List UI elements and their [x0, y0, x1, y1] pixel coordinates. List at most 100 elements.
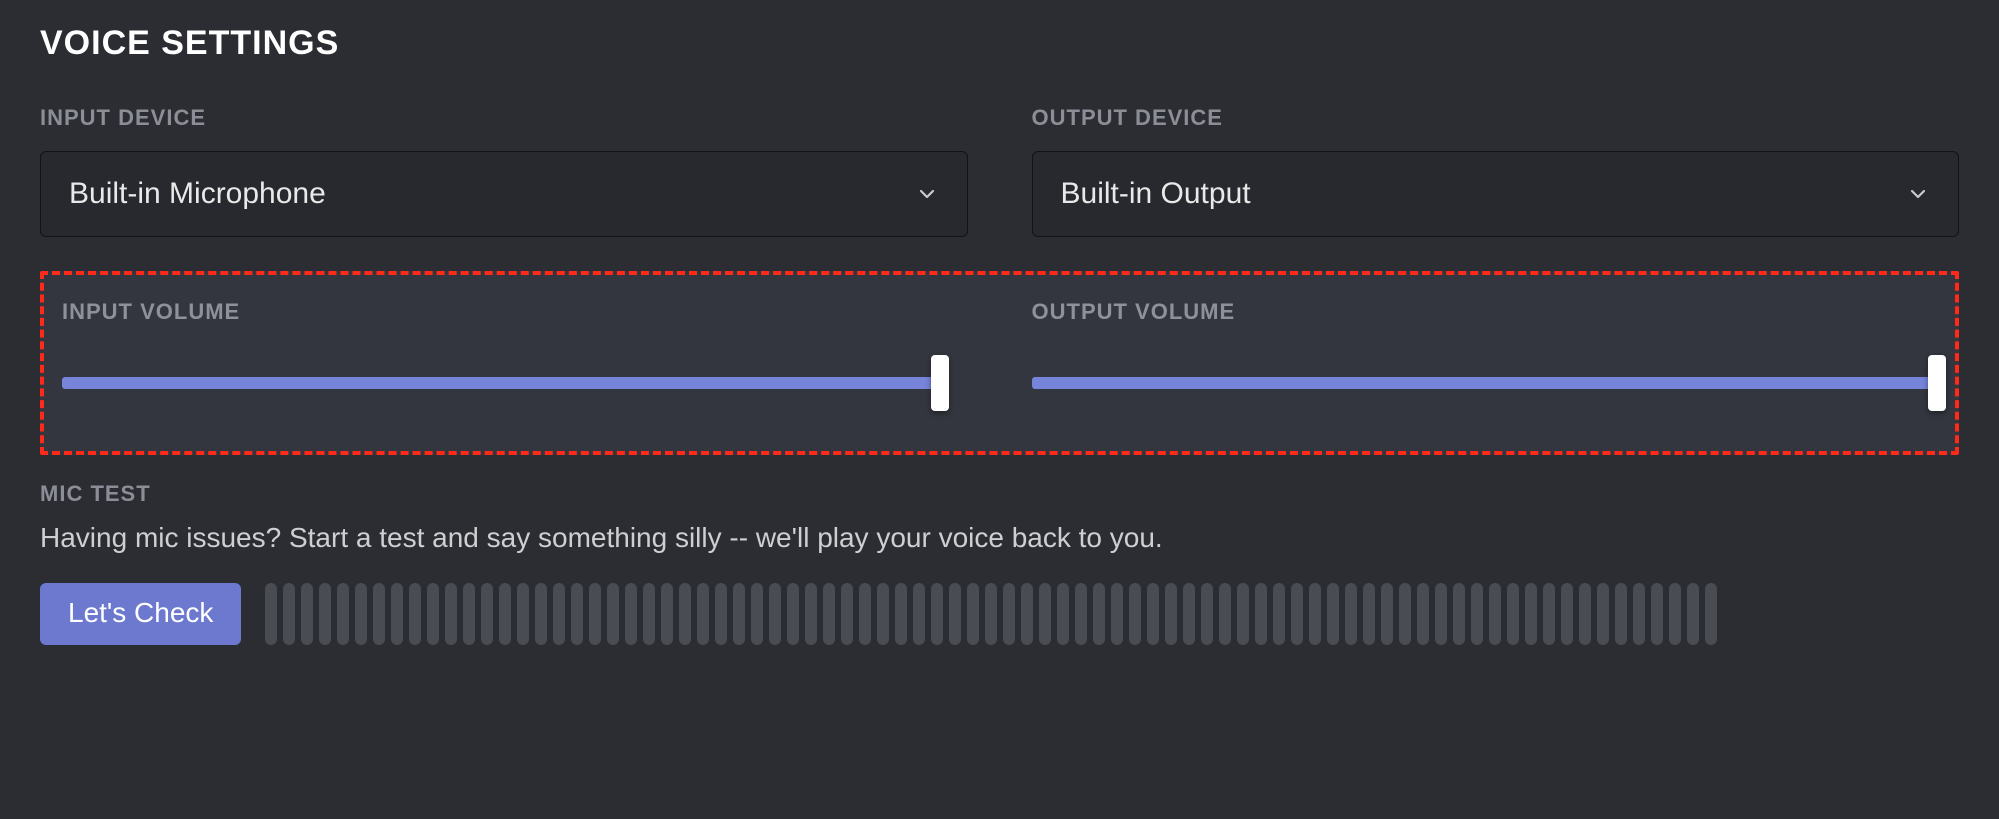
vu-bar	[931, 583, 943, 645]
input-device-select[interactable]: Built-in Microphone	[40, 151, 968, 237]
vu-bar	[1489, 583, 1501, 645]
output-volume-slider[interactable]	[1032, 367, 1938, 407]
vu-bar	[1507, 583, 1519, 645]
vu-bar	[535, 583, 547, 645]
vu-bar	[445, 583, 457, 645]
vu-bar	[1399, 583, 1411, 645]
volume-highlight-annotation: INPUT VOLUME OUTPUT VOLUME	[40, 271, 1959, 455]
vu-bar	[823, 583, 835, 645]
vu-bar	[1381, 583, 1393, 645]
vu-bar	[985, 583, 997, 645]
vu-bar	[1705, 583, 1717, 645]
vu-bar	[409, 583, 421, 645]
vu-bar	[1003, 583, 1015, 645]
vu-bar	[1471, 583, 1483, 645]
vu-bar	[1057, 583, 1069, 645]
vu-bar	[661, 583, 673, 645]
vu-bar	[1309, 583, 1321, 645]
voice-settings-heading: VOICE SETTINGS	[40, 24, 1959, 63]
vu-bar	[1147, 583, 1159, 645]
vu-bar	[1291, 583, 1303, 645]
volume-row: INPUT VOLUME OUTPUT VOLUME	[62, 299, 1937, 407]
vu-bar	[1597, 583, 1609, 645]
vu-bar	[1651, 583, 1663, 645]
mic-test-description: Having mic issues? Start a test and say …	[40, 519, 1959, 557]
vu-bar	[391, 583, 403, 645]
vu-bar	[1201, 583, 1213, 645]
vu-bar	[751, 583, 763, 645]
slider-thumb[interactable]	[931, 355, 949, 411]
vu-bar	[1111, 583, 1123, 645]
vu-bar	[265, 583, 277, 645]
vu-bar	[1615, 583, 1627, 645]
slider-track	[1032, 377, 1938, 389]
lets-check-button[interactable]: Let's Check	[40, 583, 241, 645]
vu-bar	[967, 583, 979, 645]
output-device-select[interactable]: Built-in Output	[1032, 151, 1960, 237]
mic-test-row: Let's Check	[40, 583, 1959, 645]
vu-bar	[859, 583, 871, 645]
vu-bar	[607, 583, 619, 645]
vu-bar	[517, 583, 529, 645]
output-device-label: OUTPUT DEVICE	[1032, 105, 1960, 131]
input-volume-label: INPUT VOLUME	[62, 299, 968, 325]
input-volume-slider[interactable]	[62, 367, 968, 407]
mic-test-label: MIC TEST	[40, 481, 1959, 507]
vu-bar	[1687, 583, 1699, 645]
device-row: INPUT DEVICE Built-in Microphone OUTPUT …	[40, 105, 1959, 237]
vu-bar	[1543, 583, 1555, 645]
mic-level-meter	[265, 583, 1959, 645]
vu-bar	[1327, 583, 1339, 645]
vu-bar	[1363, 583, 1375, 645]
vu-bar	[805, 583, 817, 645]
vu-bar	[1129, 583, 1141, 645]
vu-bar	[1093, 583, 1105, 645]
vu-bar	[1579, 583, 1591, 645]
vu-bar	[769, 583, 781, 645]
vu-bar	[1255, 583, 1267, 645]
vu-bar	[463, 583, 475, 645]
vu-bar	[679, 583, 691, 645]
vu-bar	[481, 583, 493, 645]
vu-bar	[895, 583, 907, 645]
vu-bar	[1453, 583, 1465, 645]
vu-bar	[1039, 583, 1051, 645]
vu-bar	[733, 583, 745, 645]
vu-bar	[589, 583, 601, 645]
vu-bar	[1183, 583, 1195, 645]
output-volume-col: OUTPUT VOLUME	[1032, 299, 1938, 407]
input-device-value: Built-in Microphone	[69, 177, 326, 211]
output-volume-label: OUTPUT VOLUME	[1032, 299, 1938, 325]
output-device-col: OUTPUT DEVICE Built-in Output	[1032, 105, 1960, 237]
vu-bar	[1021, 583, 1033, 645]
slider-thumb[interactable]	[1928, 355, 1946, 411]
vu-bar	[913, 583, 925, 645]
vu-bar	[787, 583, 799, 645]
vu-bar	[643, 583, 655, 645]
vu-bar	[625, 583, 637, 645]
input-volume-col: INPUT VOLUME	[62, 299, 968, 407]
vu-bar	[1219, 583, 1231, 645]
vu-bar	[571, 583, 583, 645]
chevron-down-icon	[915, 182, 939, 206]
vu-bar	[1435, 583, 1447, 645]
vu-bar	[697, 583, 709, 645]
vu-bar	[553, 583, 565, 645]
vu-bar	[841, 583, 853, 645]
vu-bar	[1345, 583, 1357, 645]
vu-bar	[1669, 583, 1681, 645]
vu-bar	[715, 583, 727, 645]
vu-bar	[1417, 583, 1429, 645]
vu-bar	[283, 583, 295, 645]
input-device-col: INPUT DEVICE Built-in Microphone	[40, 105, 968, 237]
vu-bar	[1633, 583, 1645, 645]
vu-bar	[319, 583, 331, 645]
vu-bar	[355, 583, 367, 645]
vu-bar	[877, 583, 889, 645]
vu-bar	[337, 583, 349, 645]
vu-bar	[1165, 583, 1177, 645]
vu-bar	[499, 583, 511, 645]
vu-bar	[373, 583, 385, 645]
vu-bar	[427, 583, 439, 645]
vu-bar	[1273, 583, 1285, 645]
